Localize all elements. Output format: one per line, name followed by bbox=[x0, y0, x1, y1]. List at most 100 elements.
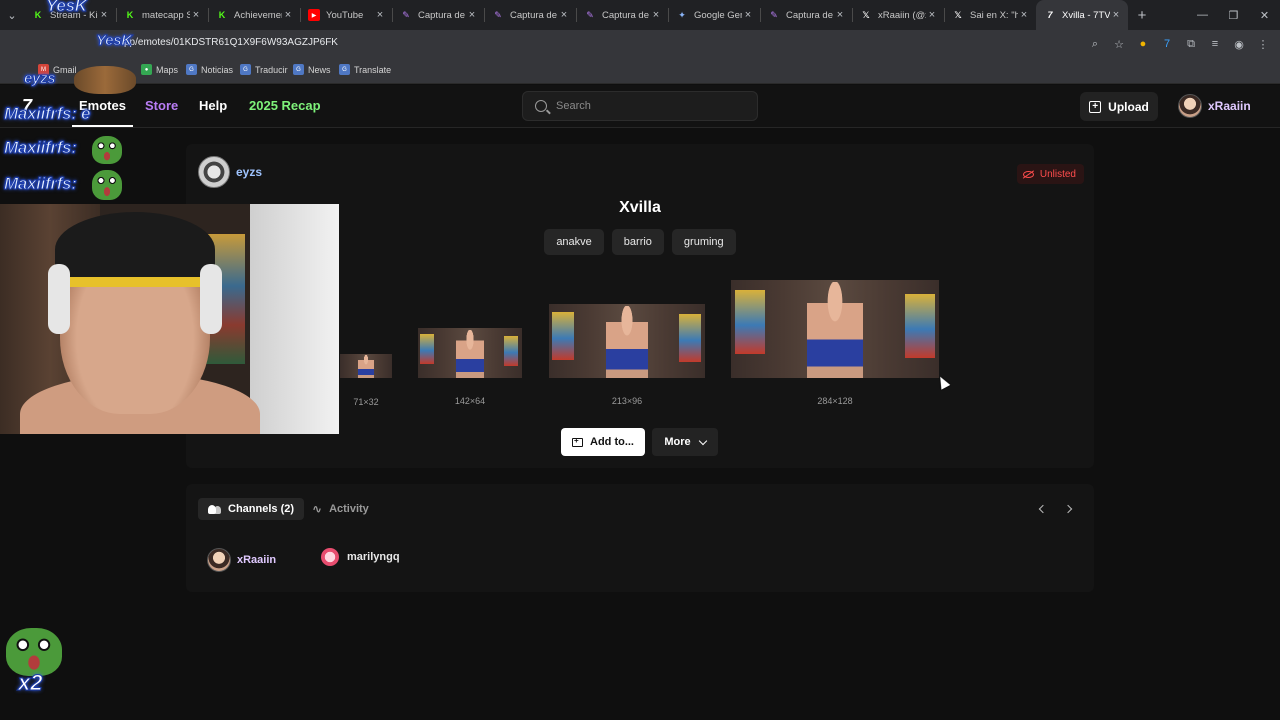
close-tab-icon[interactable]: × bbox=[1018, 9, 1030, 21]
7tv-icon: 7 bbox=[1047, 10, 1053, 20]
gemini-icon: ✦ bbox=[678, 9, 686, 20]
restore-icon[interactable]: ❐ bbox=[1218, 0, 1249, 30]
browser-tab[interactable]: KAchievements× bbox=[208, 0, 300, 30]
close-tab-icon[interactable]: × bbox=[374, 9, 386, 21]
zoom-icon[interactable]: ⌕ bbox=[1086, 35, 1104, 53]
media-icon[interactable]: ≡ bbox=[1206, 35, 1224, 53]
emote-multiplier: x2 bbox=[17, 670, 43, 696]
close-tab-icon[interactable]: × bbox=[558, 9, 570, 21]
size-label: 213×96 bbox=[611, 396, 643, 406]
avatar bbox=[321, 548, 339, 566]
puzzle-icon[interactable]: ⧉ bbox=[1182, 35, 1200, 53]
tab-activity[interactable]: ∿ Activity bbox=[312, 498, 369, 520]
browser-tab-bar: ⌄ KStream - Kick× Kmatecapp Stream× KAch… bbox=[0, 0, 1280, 30]
webcam-feed bbox=[0, 204, 339, 434]
extension-icon[interactable]: ● bbox=[1134, 35, 1152, 53]
bookmark-noticias[interactable]: G Noticias bbox=[186, 64, 233, 75]
profile-icon[interactable]: ◉ bbox=[1230, 35, 1248, 53]
tag-chip[interactable]: barrio bbox=[611, 229, 664, 255]
chat-username: YesK bbox=[96, 32, 133, 50]
emote-preview-4x[interactable]: 284×128 bbox=[731, 280, 939, 406]
chat-username: eyzs bbox=[23, 70, 56, 88]
emote-image bbox=[549, 304, 705, 378]
browser-tab[interactable]: ✎Captura de pantalla× bbox=[484, 0, 576, 30]
upload-button[interactable]: + Upload bbox=[1080, 92, 1158, 121]
emote-image bbox=[731, 280, 939, 378]
pen-icon: ✎ bbox=[494, 9, 502, 20]
bookmark-news[interactable]: G News bbox=[293, 64, 331, 75]
channel-item[interactable]: xRaaiin bbox=[207, 548, 276, 572]
next-page-button[interactable] bbox=[1060, 500, 1078, 518]
close-tab-icon[interactable]: × bbox=[926, 9, 938, 21]
pepe-emote bbox=[92, 136, 122, 164]
close-tab-icon[interactable]: × bbox=[834, 9, 846, 21]
channel-item[interactable]: marilyngq bbox=[321, 548, 400, 566]
pepe-emote bbox=[92, 170, 122, 200]
browser-tab-active[interactable]: 7 Xvilla - 7TV × bbox=[1036, 0, 1128, 30]
size-label: 142×64 bbox=[454, 396, 486, 406]
unlisted-badge: Unlisted bbox=[1016, 164, 1084, 184]
x-icon: 𝕏 bbox=[954, 9, 962, 20]
close-tab-icon[interactable]: × bbox=[466, 9, 478, 21]
minimize-icon[interactable]: — bbox=[1187, 0, 1218, 30]
bookmark-star-icon[interactable]: ☆ bbox=[1110, 35, 1128, 53]
site-navbar: 7 Emotes Store Help 2025 Recap + Upload … bbox=[0, 85, 1280, 128]
tab-search-icon[interactable]: ⌄ bbox=[0, 0, 24, 30]
search-icon bbox=[535, 100, 547, 112]
pen-icon: ✎ bbox=[586, 9, 594, 20]
bookmark-maps[interactable]: ● Maps bbox=[141, 64, 178, 75]
emote-image bbox=[340, 354, 392, 378]
url-field[interactable]: pp/emotes/01KDSTR61Q1X9F6W93AGZJP6FK bbox=[124, 37, 338, 48]
close-window-icon[interactable]: ✕ bbox=[1249, 0, 1280, 30]
browser-tab[interactable]: Kmatecapp Stream× bbox=[116, 0, 208, 30]
menu-dots-icon[interactable]: ⋮ bbox=[1254, 35, 1272, 53]
browser-tab[interactable]: ▶ YouTube × bbox=[300, 0, 392, 30]
add-to-button[interactable]: Add to... bbox=[561, 428, 645, 456]
nav-2025-recap[interactable]: 2025 Recap bbox=[249, 98, 321, 113]
nav-help[interactable]: Help bbox=[199, 98, 227, 113]
chevron-down-icon bbox=[698, 436, 707, 445]
prev-page-button[interactable] bbox=[1032, 500, 1050, 518]
emote-preview-1x[interactable]: 71×32 bbox=[340, 354, 392, 407]
new-tab-icon[interactable]: + bbox=[1128, 0, 1156, 30]
close-tab-icon[interactable]: × bbox=[1110, 9, 1122, 21]
close-tab-icon[interactable]: × bbox=[282, 9, 294, 21]
browser-tab[interactable]: ✎Captura de pantalla× bbox=[760, 0, 852, 30]
search-input[interactable] bbox=[556, 100, 736, 112]
bookmark-traducir[interactable]: G Traducir bbox=[240, 64, 288, 75]
pen-icon: ✎ bbox=[402, 9, 410, 20]
browser-tab[interactable]: ✎Captura de pantalla× bbox=[392, 0, 484, 30]
bookmark-translate[interactable]: G Translate bbox=[339, 64, 391, 75]
news-icon: G bbox=[186, 64, 197, 75]
close-tab-icon[interactable]: × bbox=[650, 9, 662, 21]
emote-owner[interactable]: eyzs bbox=[198, 156, 262, 188]
emote-preview-2x[interactable]: 142×64 bbox=[418, 328, 522, 406]
tag-chip[interactable]: anakve bbox=[544, 229, 604, 255]
nav-store[interactable]: Store bbox=[145, 98, 178, 113]
username: xRaaiin bbox=[1208, 99, 1251, 113]
chat-message: Maxiifrfs: bbox=[3, 174, 77, 194]
emote-preview-3x[interactable]: 213×96 bbox=[549, 304, 705, 406]
channels-panel: Channels (2) ∿ Activity xRaaiin marilyng… bbox=[186, 484, 1094, 592]
youtube-icon: ▶ bbox=[308, 9, 320, 21]
close-tab-icon[interactable]: × bbox=[190, 9, 202, 21]
close-tab-icon[interactable]: × bbox=[742, 9, 754, 21]
browser-tab[interactable]: ✦Google Gemini× bbox=[668, 0, 760, 30]
pepe-laugh-emote bbox=[6, 628, 62, 676]
close-tab-icon[interactable]: × bbox=[98, 9, 110, 21]
chat-message: Maxiifrfs: bbox=[3, 138, 77, 158]
7tv-extension-icon[interactable]: 7 bbox=[1158, 35, 1176, 53]
browser-tab[interactable]: 𝕏xRaaiin (@xRaaiin)× bbox=[852, 0, 944, 30]
kick-icon: K bbox=[218, 10, 226, 20]
search-box[interactable] bbox=[522, 91, 758, 121]
browser-tab[interactable]: 𝕏Sai en X: "he× bbox=[944, 0, 1036, 30]
browser-tab[interactable]: ✎Captura de pantalla× bbox=[576, 0, 668, 30]
more-button[interactable]: More bbox=[652, 428, 718, 456]
x-icon: 𝕏 bbox=[862, 9, 870, 20]
user-menu[interactable]: xRaaiin bbox=[1178, 94, 1251, 118]
owner-avatar bbox=[198, 156, 230, 188]
tab-channels[interactable]: Channels (2) bbox=[198, 498, 305, 520]
translate-icon: G bbox=[240, 64, 251, 75]
kick-icon: K bbox=[34, 10, 42, 20]
tag-chip[interactable]: gruming bbox=[671, 229, 736, 255]
